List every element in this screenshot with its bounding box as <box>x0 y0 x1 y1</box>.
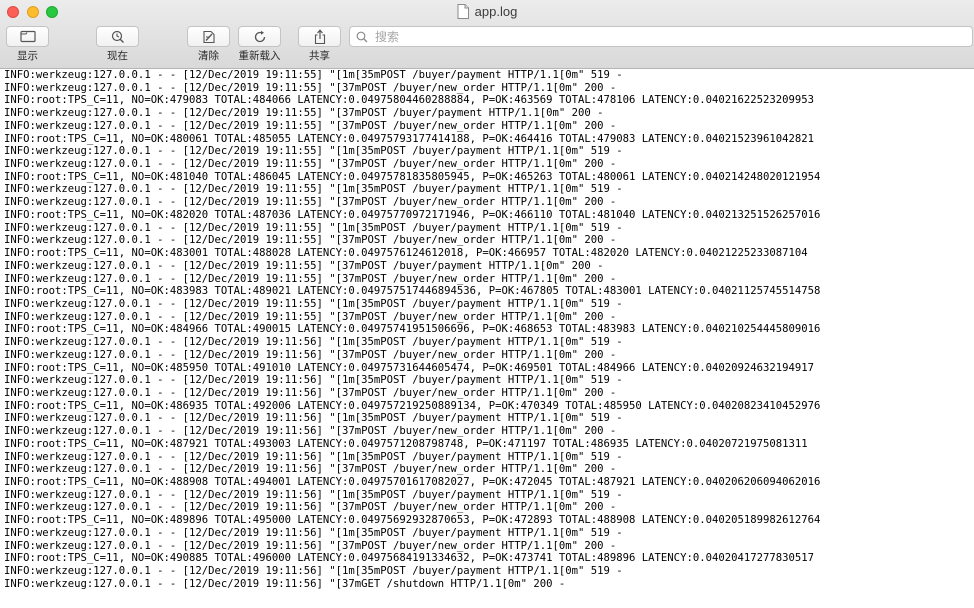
log-line: INFO:werkzeug:127.0.0.1 - - [12/Dec/2019… <box>4 348 617 361</box>
magnifier-icon <box>356 31 368 43</box>
title-bar: app.log 显示 现在 清除 重新载入 共享 搜索 <box>0 0 974 69</box>
log-line: INFO:root:TPS_C=11, NO=OK:487921 TOTAL:4… <box>4 437 808 450</box>
log-line: INFO:werkzeug:127.0.0.1 - - [12/Dec/2019… <box>4 81 617 94</box>
log-line: INFO:root:TPS_C=11, NO=OK:489896 TOTAL:4… <box>4 514 821 527</box>
search-field[interactable] <box>349 26 973 47</box>
log-line: INFO:werkzeug:127.0.0.1 - - [12/Dec/2019… <box>4 539 617 552</box>
clear-button[interactable] <box>187 26 230 47</box>
now-button-group: 现在 <box>96 26 139 62</box>
clear-button-label: 清除 <box>198 50 219 62</box>
log-line: INFO:root:TPS_C=11, NO=OK:479083 TOTAL:4… <box>4 94 815 107</box>
share-button-label: 共享 <box>309 50 330 62</box>
log-line: INFO:werkzeug:127.0.0.1 - - [12/Dec/2019… <box>4 183 623 196</box>
log-line: INFO:werkzeug:127.0.0.1 - - [12/Dec/2019… <box>4 107 604 120</box>
share-button[interactable] <box>298 26 341 47</box>
log-line: INFO:werkzeug:127.0.0.1 - - [12/Dec/2019… <box>4 425 617 438</box>
log-line: INFO:werkzeug:127.0.0.1 - - [12/Dec/2019… <box>4 526 623 539</box>
reload-icon <box>253 30 267 44</box>
show-button-group: 显示 <box>6 26 49 62</box>
share-icon <box>313 28 327 45</box>
log-line: INFO:werkzeug:127.0.0.1 - - [12/Dec/2019… <box>4 565 623 578</box>
jump-to-now-icon <box>111 30 125 44</box>
log-line: INFO:werkzeug:127.0.0.1 - - [12/Dec/2019… <box>4 310 617 323</box>
log-line: INFO:werkzeug:127.0.0.1 - - [12/Dec/2019… <box>4 196 617 209</box>
reload-button[interactable] <box>238 26 281 47</box>
log-line: INFO:root:TPS_C=11, NO=OK:483983 TOTAL:4… <box>4 285 821 298</box>
clear-icon <box>202 30 216 44</box>
log-line: INFO:root:TPS_C=11, NO=OK:484966 TOTAL:4… <box>4 323 821 336</box>
now-button[interactable] <box>96 26 139 47</box>
share-button-group: 共享 <box>298 26 341 62</box>
log-line: INFO:werkzeug:127.0.0.1 - - [12/Dec/2019… <box>4 221 623 234</box>
log-line: INFO:root:TPS_C=11, NO=OK:482020 TOTAL:4… <box>4 208 821 221</box>
log-line: INFO:root:TPS_C=11, NO=OK:490885 TOTAL:4… <box>4 552 815 565</box>
log-line: INFO:root:TPS_C=11, NO=OK:480061 TOTAL:4… <box>4 132 815 145</box>
log-line: INFO:werkzeug:127.0.0.1 - - [12/Dec/2019… <box>4 69 623 81</box>
log-line: INFO:root:TPS_C=11, NO=OK:485950 TOTAL:4… <box>4 361 815 374</box>
log-line: INFO:werkzeug:127.0.0.1 - - [12/Dec/2019… <box>4 336 623 349</box>
log-line: INFO:werkzeug:127.0.0.1 - - [12/Dec/2019… <box>4 297 623 310</box>
log-line: INFO:werkzeug:127.0.0.1 - - [12/Dec/2019… <box>4 158 617 171</box>
minimize-button[interactable] <box>27 6 39 18</box>
zoom-button[interactable] <box>46 6 58 18</box>
log-line: INFO:werkzeug:127.0.0.1 - - [12/Dec/2019… <box>4 272 617 285</box>
clear-button-group: 清除 <box>187 26 230 62</box>
log-line: INFO:werkzeug:127.0.0.1 - - [12/Dec/2019… <box>4 386 617 399</box>
log-line: INFO:werkzeug:127.0.0.1 - - [12/Dec/2019… <box>4 119 617 132</box>
log-lines: INFO:werkzeug:127.0.0.1 - - [12/Dec/2019… <box>0 69 974 590</box>
log-line: INFO:werkzeug:127.0.0.1 - - [12/Dec/2019… <box>4 145 623 158</box>
log-line: INFO:werkzeug:127.0.0.1 - - [12/Dec/2019… <box>4 501 617 514</box>
now-button-label: 现在 <box>107 50 128 62</box>
log-line: INFO:werkzeug:127.0.0.1 - - [12/Dec/2019… <box>4 463 617 476</box>
log-line: INFO:root:TPS_C=11, NO=OK:486935 TOTAL:4… <box>4 399 821 412</box>
log-line: INFO:werkzeug:127.0.0.1 - - [12/Dec/2019… <box>4 488 623 501</box>
reload-button-label: 重新载入 <box>238 50 281 62</box>
console-window: app.log 显示 现在 清除 重新载入 共享 搜索 INFO:werkzeu… <box>0 0 974 608</box>
log-line: INFO:werkzeug:127.0.0.1 - - [12/Dec/2019… <box>4 450 623 463</box>
log-view[interactable]: INFO:werkzeug:127.0.0.1 - - [12/Dec/2019… <box>0 69 974 608</box>
show-button-label: 显示 <box>17 50 38 62</box>
log-line: INFO:root:TPS_C=11, NO=OK:481040 TOTAL:4… <box>4 170 821 183</box>
log-line: INFO:werkzeug:127.0.0.1 - - [12/Dec/2019… <box>4 259 604 272</box>
window-title: app.log <box>457 4 518 19</box>
show-button[interactable] <box>6 26 49 47</box>
document-icon <box>457 4 469 19</box>
close-button[interactable] <box>7 6 19 18</box>
log-line: INFO:werkzeug:127.0.0.1 - - [12/Dec/2019… <box>4 374 623 387</box>
reload-button-group: 重新载入 <box>238 26 281 62</box>
log-line: INFO:werkzeug:127.0.0.1 - - [12/Dec/2019… <box>4 412 623 425</box>
window-title-text: app.log <box>474 4 518 19</box>
log-line: INFO:werkzeug:127.0.0.1 - - [12/Dec/2019… <box>4 577 566 590</box>
log-line: INFO:root:TPS_C=11, NO=OK:483001 TOTAL:4… <box>4 247 808 260</box>
log-line: INFO:root:TPS_C=11, NO=OK:488908 TOTAL:4… <box>4 476 821 488</box>
log-line: INFO:werkzeug:127.0.0.1 - - [12/Dec/2019… <box>4 234 617 247</box>
search-input[interactable] <box>373 28 957 45</box>
sidebar-icon <box>19 30 36 43</box>
